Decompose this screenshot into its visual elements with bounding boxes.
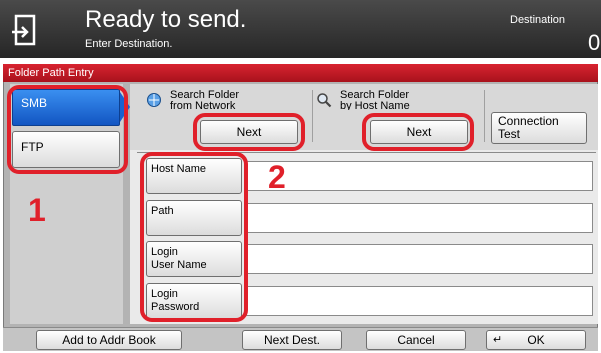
ok-label: OK xyxy=(527,333,545,347)
path-field[interactable] xyxy=(246,203,593,233)
search-host-line2: by Host Name xyxy=(340,100,410,111)
ok-button[interactable]: ↵ OK xyxy=(486,330,586,350)
search-network-line2: from Network xyxy=(170,100,236,111)
search-network-label: Search Folder from Network xyxy=(170,90,290,110)
enter-icon: ↵ xyxy=(493,334,503,346)
login-user-name-field[interactable] xyxy=(246,244,593,274)
next-dest-button[interactable]: Next Dest. xyxy=(242,330,342,350)
add-to-addr-book-button[interactable]: Add to Addr Book xyxy=(36,330,182,350)
connection-test-line2: Test xyxy=(498,127,521,141)
connection-test-button[interactable]: Connection Test xyxy=(491,112,587,144)
annotation-box-fields xyxy=(140,152,248,322)
cancel-button[interactable]: Cancel xyxy=(366,330,466,350)
annotation-step-1: 1 xyxy=(28,192,46,228)
tab-folder-path-entry: Folder Path Entry xyxy=(8,67,94,79)
annotation-box-protocols xyxy=(7,85,128,174)
separator xyxy=(312,90,313,142)
host-name-field[interactable] xyxy=(246,161,593,191)
search-host-label: Search Folder by Host Name xyxy=(340,90,460,110)
page-subtitle: Enter Destination. xyxy=(85,38,173,50)
login-password-field[interactable] xyxy=(246,286,593,316)
annotation-box-next-host xyxy=(362,113,474,151)
destination-label: Destination xyxy=(510,14,566,26)
search-network-icon xyxy=(147,93,161,107)
send-icon xyxy=(12,14,36,46)
annotation-step-2: 2 xyxy=(268,159,286,195)
page-title: Ready to send. xyxy=(85,6,247,33)
separator xyxy=(484,90,485,142)
annotation-box-next-network xyxy=(193,113,305,151)
destination-count: 0 xyxy=(588,30,601,55)
magnifier-icon xyxy=(317,93,332,108)
